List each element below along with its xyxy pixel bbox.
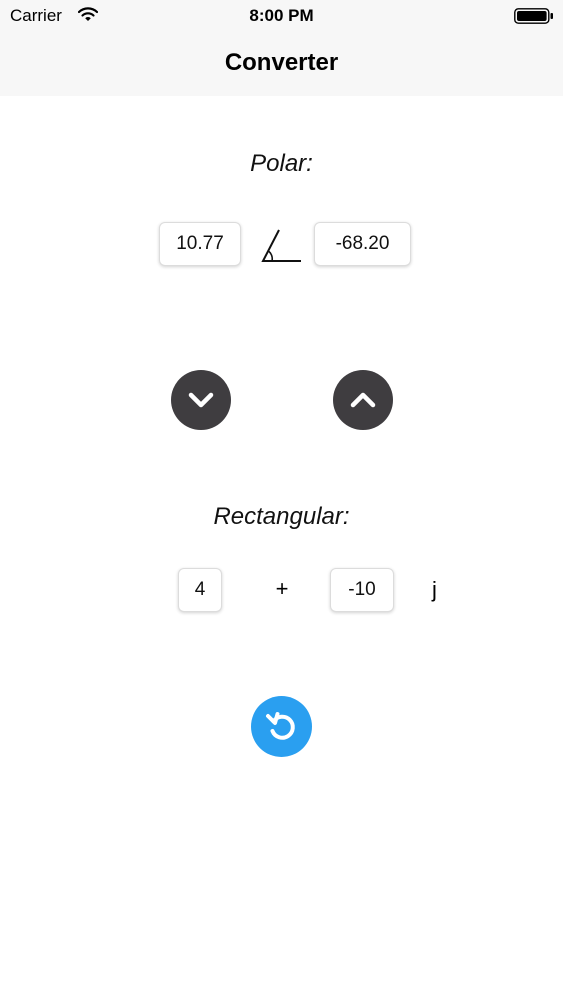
real-part-input[interactable]: 4	[178, 568, 222, 612]
angle-input[interactable]: -68.20	[314, 222, 411, 266]
battery-icon	[514, 8, 553, 24]
navigation-bar: Converter	[0, 32, 563, 96]
converter-screen: Carrier 8:00 PM Converter Polar: 10.77 -…	[0, 0, 563, 1000]
reset-icon	[265, 711, 295, 740]
chevron-up-icon	[350, 392, 376, 408]
convert-to-rectangular-button[interactable]	[171, 370, 231, 430]
rectangular-heading: Rectangular:	[213, 503, 350, 530]
convert-to-polar-button[interactable]	[333, 370, 393, 430]
angle-icon	[261, 229, 301, 262]
magnitude-input[interactable]: 10.77	[159, 222, 241, 266]
imaginary-unit-label: j	[432, 577, 437, 602]
status-time: 8:00 PM	[249, 6, 314, 25]
polar-heading: Polar:	[250, 150, 313, 177]
plus-operator: +	[275, 576, 289, 601]
status-bar: Carrier 8:00 PM	[0, 0, 563, 32]
reset-button[interactable]	[251, 696, 312, 757]
page-title: Converter	[224, 49, 339, 76]
imaginary-part-input[interactable]: -10	[330, 568, 394, 612]
chevron-down-icon	[188, 392, 214, 408]
